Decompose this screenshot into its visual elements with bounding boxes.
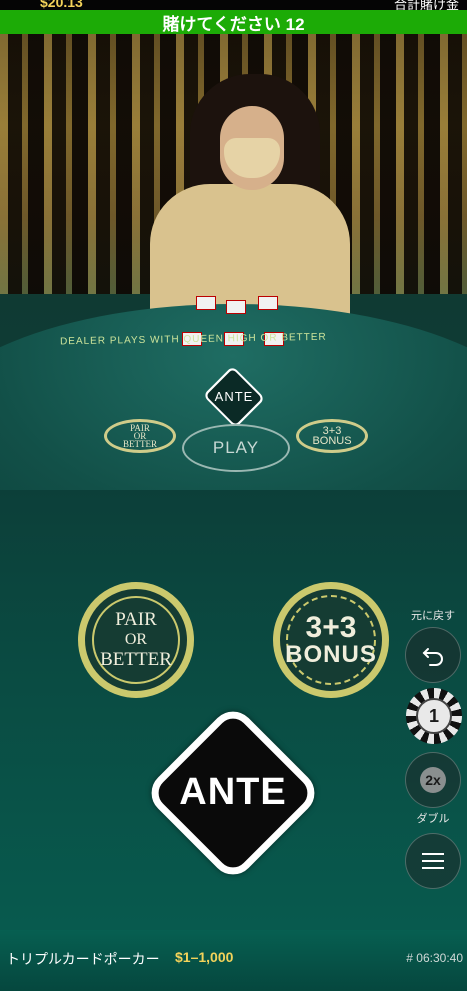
table-bonus-label-2: BONUS xyxy=(312,435,352,447)
chip-value: 1 xyxy=(416,698,452,734)
betting-timer-banner: 賭けてください 12 xyxy=(0,10,467,34)
game-id: # 06:30:40 xyxy=(406,951,463,965)
table-pair-or-better-spot: PAIR OR BETTER xyxy=(104,419,176,453)
pair-or-better-bet-button[interactable]: PAIR OR BETTER xyxy=(78,582,194,698)
double-label: ダブル xyxy=(416,813,450,825)
double-icon: 2x xyxy=(420,767,446,793)
ante-label: ANTE xyxy=(179,771,287,813)
better-label: BETTER xyxy=(100,649,172,670)
playing-card xyxy=(258,296,278,310)
table-play-label: PLAY xyxy=(212,438,260,457)
timer-text: 賭けてください 12 xyxy=(162,14,305,34)
or-label: OR xyxy=(124,631,148,648)
balance-value: $20.13 xyxy=(40,0,83,10)
table-ante-label: ANTE xyxy=(214,389,254,404)
double-button[interactable]: 2x xyxy=(405,752,461,808)
bonus-bet-button[interactable]: 3+3 BONUS xyxy=(273,582,389,698)
table-ante-spot: ANTE xyxy=(202,365,266,429)
ante-bet-button[interactable]: ANTE xyxy=(139,699,327,887)
dealer-body xyxy=(150,184,350,324)
live-video-feed: DEALER PLAYS WITH QUEEN HIGH OR BETTER A… xyxy=(0,34,467,490)
table-pair-label-3: BETTER xyxy=(123,439,157,449)
top-status-bar: $20.13 合計賭け金 xyxy=(0,0,467,12)
table-play-spot: PLAY xyxy=(182,424,290,472)
playing-card xyxy=(196,296,216,310)
bonus-number-label: 3+3 xyxy=(305,611,357,644)
game-name: トリプルカードポーカー xyxy=(6,951,160,967)
menu-button[interactable] xyxy=(405,833,461,889)
undo-icon xyxy=(422,648,443,666)
chip-selector[interactable]: 1 xyxy=(406,688,462,744)
bet-limits: $1–1,000 xyxy=(175,949,234,965)
bonus-word-label: BONUS xyxy=(285,641,377,668)
playing-card xyxy=(226,300,246,314)
table-bonus-spot: 3+3 BONUS xyxy=(296,419,368,453)
pair-label: PAIR xyxy=(115,609,157,630)
undo-label: 元に戻す xyxy=(411,610,455,622)
undo-button[interactable] xyxy=(405,627,461,683)
hamburger-icon xyxy=(422,848,444,874)
